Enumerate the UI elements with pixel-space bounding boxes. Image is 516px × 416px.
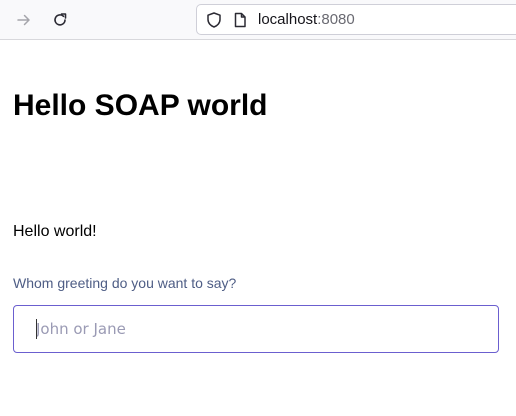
name-field-label: Whom greeting do you want to say?	[13, 275, 237, 291]
forward-button[interactable]	[10, 6, 38, 34]
address-bar[interactable]: localhost:8080	[196, 4, 516, 35]
reload-button[interactable]	[46, 6, 74, 34]
greeting-text: Hello world!	[13, 223, 97, 240]
url-port: :8080	[317, 11, 355, 28]
shield-icon[interactable]	[205, 11, 223, 29]
browser-toolbar: localhost:8080	[0, 0, 516, 40]
reload-icon	[54, 13, 67, 26]
page-title: Hello SOAP world	[13, 89, 268, 122]
url-host: localhost	[258, 11, 318, 28]
url-text[interactable]: localhost:8080	[258, 11, 355, 29]
page-icon[interactable]	[231, 11, 249, 29]
name-input[interactable]	[13, 305, 499, 353]
arrow-right-icon	[17, 14, 30, 26]
text-caret	[36, 319, 37, 339]
